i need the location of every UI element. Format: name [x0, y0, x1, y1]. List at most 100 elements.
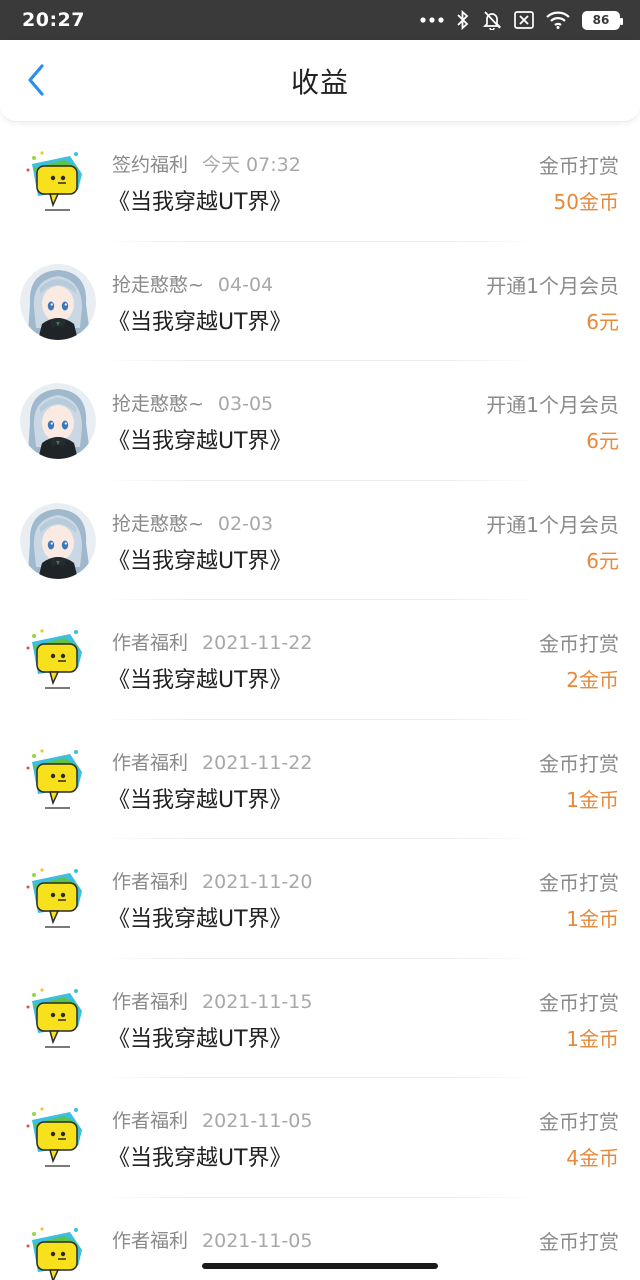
item-source: 抢走憨憨~: [112, 512, 204, 535]
item-source: 作者福利: [112, 990, 189, 1013]
item-date: 今天 07:32: [202, 154, 301, 176]
avatar: [20, 144, 96, 220]
status-time: 20:27: [22, 9, 85, 31]
list-item[interactable]: 作者福利 2021-11-05 《当我穿越UT界》 金币打赏 4金币: [0, 1078, 640, 1198]
item-type: 金币打赏: [539, 751, 619, 776]
item-meta: 抢走憨憨~ 02-03: [112, 509, 273, 536]
item-meta: 作者福利 2021-11-20: [112, 867, 312, 894]
status-icons: 86: [420, 10, 623, 30]
item-amount: 6元: [586, 429, 619, 453]
item-amount: 2金币: [566, 668, 619, 692]
home-indicator[interactable]: [202, 1263, 438, 1269]
item-date: 04-04: [217, 273, 274, 296]
avatar: [20, 502, 96, 579]
avatar: [20, 1100, 96, 1176]
item-source: 作者福利: [112, 871, 189, 893]
item-source: 签约福利: [112, 154, 189, 176]
item-amount: 50金币: [553, 190, 619, 214]
anime-girl-avatar-image: [20, 263, 96, 340]
item-book-title: 《当我穿越UT界》: [108, 548, 292, 574]
item-source: 作者福利: [112, 632, 189, 654]
battery-icon: 86: [582, 10, 623, 30]
avatar: [20, 383, 96, 459]
item-date: 02-03: [217, 512, 274, 535]
speech-bubble-logo: [20, 1100, 96, 1176]
item-amount: 1金币: [566, 1026, 619, 1051]
item-source: 抢走憨憨~: [112, 273, 204, 296]
back-button[interactable]: [14, 60, 58, 104]
item-type: 金币打赏: [539, 1110, 619, 1134]
bluetooth-icon: [456, 10, 470, 30]
speech-bubble-logo: [20, 144, 96, 220]
item-amount: 6元: [586, 309, 619, 334]
item-date: 2021-11-22: [202, 751, 313, 774]
item-amount: 4金币: [566, 1146, 619, 1170]
item-type: 开通1个月会员: [486, 512, 619, 537]
avatar: [20, 263, 96, 340]
item-date: 2021-11-05: [202, 1229, 313, 1252]
item-meta: 作者福利 2021-11-05: [112, 1226, 312, 1253]
item-source: 抢走憨憨~: [112, 393, 204, 415]
mute-bell-icon: [482, 10, 502, 30]
item-book-title: 《当我穿越UT界》: [108, 1026, 292, 1052]
item-amount: 1金币: [566, 787, 619, 812]
list-item[interactable]: 作者福利 2021-11-20 《当我穿越UT界》 金币打赏 1金币: [0, 839, 640, 959]
battery-level: 86: [592, 13, 610, 27]
anime-girl-avatar-image: [20, 383, 96, 459]
list-item[interactable]: 抢走憨憨~ 02-03 《当我穿越UT界》 开通1个月会员 6元: [0, 481, 640, 601]
item-date: 2021-11-15: [202, 990, 313, 1013]
item-meta: 作者福利 2021-11-05: [112, 1106, 312, 1133]
item-book-title: 《当我穿越UT界》: [108, 190, 292, 215]
page-title: 收益: [290, 66, 349, 99]
speech-bubble-logo: [20, 741, 96, 818]
item-type: 金币打赏: [539, 154, 619, 178]
anime-girl-avatar-image: [20, 502, 96, 579]
avatar: [20, 1219, 96, 1280]
item-book-title: 《当我穿越UT界》: [108, 787, 292, 813]
status-bar: 20:27 86: [0, 0, 640, 40]
item-book-title: 《当我穿越UT界》: [108, 907, 292, 932]
item-source: 作者福利: [112, 751, 189, 774]
earnings-list: 签约福利 今天 07:32 《当我穿越UT界》 金币打赏 50金币 抢走憨憨~ 04-04…: [0, 122, 640, 1280]
header: 收益: [0, 40, 640, 122]
item-book-title: 《当我穿越UT界》: [108, 668, 292, 693]
avatar: [20, 980, 96, 1057]
avatar: [20, 622, 96, 698]
speech-bubble-logo: [20, 622, 96, 698]
item-date: 03-05: [217, 393, 274, 415]
sim-none-icon: [514, 11, 534, 29]
item-source: 作者福利: [112, 1110, 189, 1132]
list-item[interactable]: 抢走憨憨~ 04-04 《当我穿越UT界》 开通1个月会员 6元: [0, 242, 640, 362]
list-item[interactable]: 签约福利 今天 07:32 《当我穿越UT界》 金币打赏 50金币: [0, 122, 640, 242]
item-date: 2021-11-05: [202, 1110, 313, 1132]
item-book-title: 《当我穿越UT界》: [108, 429, 292, 454]
wifi-icon: [546, 11, 570, 29]
item-date: 2021-11-22: [202, 632, 313, 654]
speech-bubble-logo: [20, 980, 96, 1057]
avatar: [20, 861, 96, 937]
item-meta: 抢走憨憨~ 04-04: [112, 270, 273, 297]
item-type: 金币打赏: [539, 632, 619, 656]
avatar: [20, 741, 96, 818]
item-date: 2021-11-20: [202, 871, 313, 893]
item-type: 金币打赏: [539, 871, 619, 895]
speech-bubble-logo: [20, 861, 96, 937]
item-type: 金币打赏: [539, 1229, 619, 1254]
item-book-title: 《当我穿越UT界》: [108, 1146, 292, 1171]
list-item[interactable]: 作者福利 2021-11-22 《当我穿越UT界》 金币打赏 1金币: [0, 720, 640, 840]
item-book-title: 《当我穿越UT界》: [108, 309, 292, 335]
item-amount: 1金币: [566, 907, 619, 931]
item-meta: 抢走憨憨~ 03-05: [112, 389, 273, 416]
item-type: 开通1个月会员: [486, 393, 619, 417]
item-type: 金币打赏: [539, 990, 619, 1015]
speech-bubble-logo: [20, 1219, 96, 1280]
more-dots-icon: [420, 16, 444, 24]
list-item[interactable]: 作者福利 2021-11-15 《当我穿越UT界》 金币打赏 1金币: [0, 959, 640, 1079]
item-amount: 6元: [586, 548, 619, 573]
chevron-left-icon: [26, 63, 46, 101]
list-item[interactable]: 作者福利 2021-11-22 《当我穿越UT界》 金币打赏 2金币: [0, 600, 640, 720]
item-meta: 签约福利 今天 07:32: [112, 150, 301, 177]
item-meta: 作者福利 2021-11-22: [112, 748, 312, 775]
item-meta: 作者福利 2021-11-15: [112, 987, 312, 1014]
list-item[interactable]: 抢走憨憨~ 03-05 《当我穿越UT界》 开通1个月会员 6元: [0, 361, 640, 481]
